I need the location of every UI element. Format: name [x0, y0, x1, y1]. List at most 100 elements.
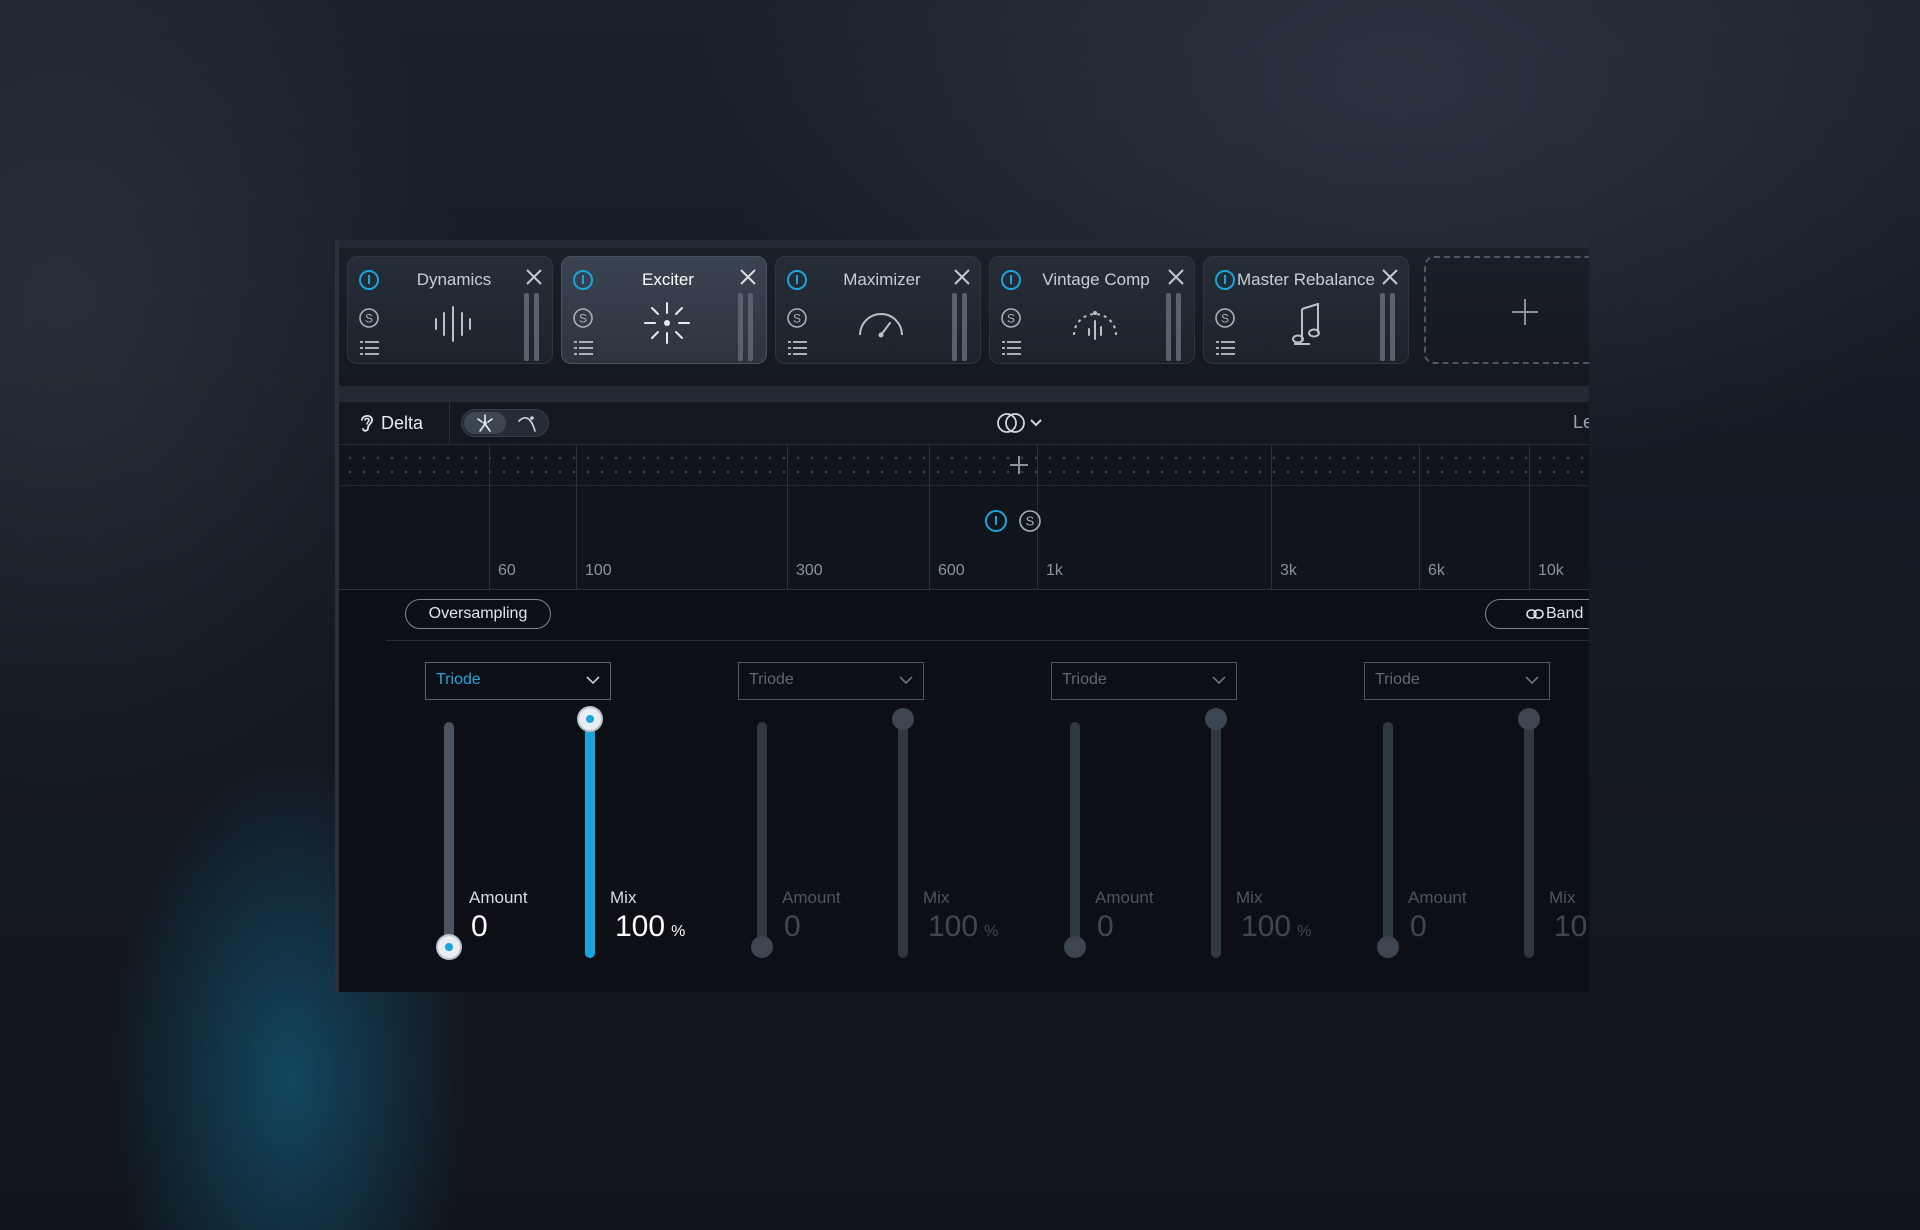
mix-value[interactable]: 100%	[615, 910, 685, 944]
module-output-meter	[952, 293, 968, 361]
amount-label: Amount	[1408, 888, 1467, 907]
freq-label: 60	[498, 562, 516, 579]
solo-icon[interactable]: S	[1214, 307, 1236, 329]
band-1-controls: Triode Amount 0 Mix 100%	[425, 662, 725, 962]
module-title: Maximizer	[843, 270, 921, 289]
band-link-button[interactable]: Band	[1485, 599, 1589, 629]
saturation-mode-dropdown[interactable]: Triode	[1051, 662, 1237, 700]
band-3-controls: Triode Amount 0 Mix 100%	[1051, 662, 1351, 962]
gridline	[1419, 445, 1420, 589]
amount-value[interactable]: 0	[784, 910, 801, 944]
amount-slider[interactable]	[1377, 722, 1399, 958]
slider-handle[interactable]	[1064, 936, 1086, 958]
list-icon[interactable]	[360, 339, 380, 357]
saturation-mode-dropdown[interactable]: Triode	[1364, 662, 1550, 700]
toolbar-right-label[interactable]: Le	[1573, 412, 1589, 433]
freq-label: 1k	[1046, 562, 1063, 579]
power-icon[interactable]	[1000, 269, 1022, 291]
close-icon[interactable]	[1166, 267, 1186, 287]
module-exciter[interactable]: Exciter S	[561, 256, 767, 364]
strip-divider	[339, 386, 1589, 402]
band-4-controls: Triode Amount 0 Mix 10	[1364, 662, 1589, 962]
slider-handle[interactable]	[579, 708, 601, 730]
amount-value[interactable]: 0	[1097, 910, 1114, 944]
amount-slider[interactable]	[751, 722, 773, 958]
power-icon[interactable]	[786, 269, 808, 291]
list-icon[interactable]	[788, 339, 808, 357]
slider-handle[interactable]	[1377, 936, 1399, 958]
slider-fill	[585, 722, 595, 958]
band-spectrum-display[interactable]: 60 100 300 600 1k 3k 6k 10k S	[339, 445, 1589, 590]
solo-icon[interactable]: S	[358, 307, 380, 329]
gridline	[576, 445, 577, 589]
plus-icon	[1512, 299, 1538, 325]
saturation-mode-dropdown[interactable]: Triode	[425, 662, 611, 700]
slider-handle[interactable]	[892, 708, 914, 730]
crossover-dot-strip[interactable]	[339, 445, 1589, 486]
solo-icon[interactable]: S	[572, 307, 594, 329]
module-vintage-comp[interactable]: Vintage Comp S	[989, 256, 1195, 364]
mix-label: Mix	[610, 888, 637, 907]
band-2-controls: Triode Amount 0 Mix 100%	[738, 662, 1038, 962]
curve-mode-icon	[518, 416, 536, 432]
close-icon[interactable]	[524, 267, 544, 287]
mix-value[interactable]: 100%	[1241, 910, 1311, 944]
svg-text:S: S	[1026, 514, 1035, 529]
module-output-meter	[1380, 293, 1396, 361]
close-icon[interactable]	[1380, 267, 1400, 287]
band-link-label: Band	[1546, 605, 1584, 622]
oversampling-button[interactable]: Oversampling	[405, 599, 551, 629]
power-icon[interactable]	[572, 269, 594, 291]
band-solo-icon[interactable]: S	[1018, 509, 1042, 533]
module-master-rebalance[interactable]: Master Rebalance S	[1203, 256, 1409, 364]
amount-value[interactable]: 0	[1410, 910, 1427, 944]
maximizer-gauge-icon	[859, 313, 903, 338]
mix-value[interactable]: 100%	[928, 910, 998, 944]
chevron-down-icon	[899, 676, 913, 685]
toolbar-separator	[449, 402, 450, 444]
freq-label: 600	[938, 562, 965, 579]
saturation-mode-dropdown[interactable]: Triode	[738, 662, 924, 700]
view-mode-curve[interactable]	[508, 412, 546, 434]
mix-slider[interactable]	[1205, 708, 1227, 958]
solo-icon[interactable]: S	[1000, 307, 1022, 329]
slider-handle[interactable]	[438, 936, 460, 958]
vintage-comp-meter-icon	[1073, 311, 1117, 340]
module-output-meter	[1166, 293, 1182, 361]
list-icon[interactable]	[1216, 339, 1236, 357]
list-icon[interactable]	[1002, 339, 1022, 357]
svg-text:S: S	[579, 312, 587, 326]
list-icon[interactable]	[574, 339, 594, 357]
mix-slider[interactable]	[579, 708, 601, 958]
module-maximizer[interactable]: Maximizer S	[775, 256, 981, 364]
slider-handle[interactable]	[1205, 708, 1227, 730]
add-band-icon[interactable]	[1007, 453, 1031, 477]
module-chain-strip: Dynamics S Exciter S Maximizer S Vintage…	[339, 240, 1589, 386]
slider-handle[interactable]	[1518, 708, 1540, 730]
module-dynamics[interactable]: Dynamics S	[347, 256, 553, 364]
stereo-link-dropdown[interactable]	[991, 409, 1047, 437]
amount-value[interactable]: 0	[471, 910, 488, 944]
mix-slider[interactable]	[1518, 708, 1540, 958]
amount-slider[interactable]	[1064, 722, 1086, 958]
power-icon[interactable]	[358, 269, 380, 291]
slider-handle[interactable]	[751, 936, 773, 958]
power-icon[interactable]	[1214, 269, 1236, 291]
amount-slider[interactable]	[438, 722, 460, 958]
strip-top-bar	[339, 240, 1589, 248]
dropdown-value: Triode	[1375, 671, 1420, 688]
mix-label: Mix	[1236, 888, 1263, 907]
freq-label: 300	[796, 562, 823, 579]
close-icon[interactable]	[738, 267, 758, 287]
mix-slider[interactable]	[892, 708, 914, 958]
delta-toggle[interactable]: Delta	[359, 410, 423, 436]
view-mode-exciter[interactable]	[464, 412, 506, 434]
mix-value[interactable]: 10	[1554, 910, 1589, 944]
module-title: Vintage Comp	[1042, 270, 1150, 289]
exciter-sparkle-icon	[644, 302, 690, 344]
add-module-slot[interactable]	[1424, 256, 1589, 364]
module-output-meter	[738, 293, 754, 361]
solo-icon[interactable]: S	[786, 307, 808, 329]
band-power-icon[interactable]	[984, 509, 1008, 533]
close-icon[interactable]	[952, 267, 972, 287]
